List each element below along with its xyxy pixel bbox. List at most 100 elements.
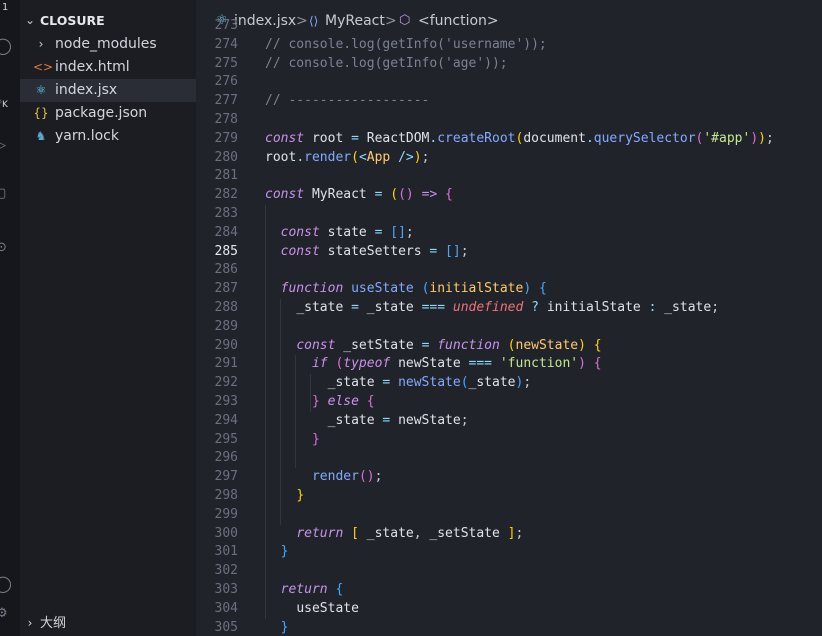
run-debug-icon[interactable]: ▷: [0, 138, 16, 158]
line-number: 302: [214, 563, 238, 579]
account-icon[interactable]: ◯: [0, 36, 14, 56]
code-line[interactable]: 288 _state = _state === undefined ? init…: [196, 299, 822, 318]
line-number: 273: [214, 18, 238, 33]
line-text: const root = ReactDOM.createRoot(documen…: [265, 130, 774, 146]
line-text: }: [311, 431, 320, 447]
extensions-icon[interactable]: ▢: [0, 186, 14, 206]
code-line[interactable]: 287 function useState (initialState) {: [196, 280, 822, 299]
line-number: 286: [214, 262, 238, 278]
file-item[interactable]: ♞ yarn.lock: [20, 125, 196, 148]
line-text: return [ _state, _setState ];: [296, 525, 524, 541]
code-line[interactable]: 291 if (typeof newState === 'function') …: [196, 355, 822, 374]
code-line[interactable]: 273: [196, 17, 822, 36]
chevron-right-icon: ›: [27, 616, 33, 630]
file-name: index.jsx: [55, 82, 118, 98]
line-number: 276: [214, 74, 238, 90]
file-name: yarn.lock: [55, 128, 119, 144]
file-name: package.json: [55, 105, 148, 121]
code-line[interactable]: 293 } else {: [196, 393, 822, 412]
line-number: 275: [214, 55, 238, 71]
folder-header[interactable]: ⌄ CLOSURE: [20, 9, 196, 32]
line-number: 282: [214, 187, 238, 203]
indent-guide: [295, 355, 296, 469]
code-line[interactable]: 303 return {: [196, 581, 822, 600]
line-text: }: [280, 619, 289, 635]
code-line[interactable]: 284 const state = [];: [196, 224, 822, 243]
line-text: }: [296, 488, 305, 503]
badge-count: 1: [2, 2, 9, 13]
remote-icon[interactable]: ◯: [0, 574, 14, 594]
line-number: 280: [214, 149, 238, 165]
code-line[interactable]: 295 }: [196, 431, 822, 450]
line-number: 295: [214, 431, 238, 447]
code-line[interactable]: 278: [196, 111, 822, 130]
line-number: 290: [214, 337, 238, 353]
outline-label: 大纲: [40, 616, 67, 631]
code-line[interactable]: 282 const MyReact = (() => {: [196, 186, 822, 205]
line-number: 298: [214, 488, 238, 503]
code-line[interactable]: 275 // console.log(getInfo('age'));: [196, 55, 822, 74]
html-file-icon: <>: [33, 60, 54, 74]
code-line[interactable]: 289: [196, 318, 822, 337]
code-line[interactable]: 296: [196, 449, 822, 468]
code-line[interactable]: 305 }: [196, 619, 822, 636]
json-file-icon: {}: [33, 106, 49, 120]
file-item[interactable]: ⚛ index.jsx: [20, 79, 196, 102]
code-line[interactable]: 300 return [ _state, _setState ];: [196, 525, 822, 544]
line-number: 304: [214, 600, 238, 616]
activity-bar: 1 ◯ ⌕ K ▷ ▢ ⊙ ◯ ⚙: [0, 0, 20, 636]
line-text: useState: [296, 600, 359, 616]
line-number: 291: [214, 356, 238, 372]
explorer-sidebar: ⌄ CLOSURE › node_modules <> index.html ⚛ inde…: [20, 0, 196, 636]
code-line[interactable]: 297 render();: [196, 468, 822, 487]
code-line[interactable]: 286: [196, 261, 822, 280]
line-text: return {: [280, 582, 344, 597]
editor[interactable]: ⚛ index.jsx > ⟨⟩ MyReact > ⬡ <function> …: [196, 0, 822, 636]
file-name: index.html: [55, 59, 130, 75]
indent-guide: [280, 299, 281, 525]
code-line[interactable]: 302: [196, 562, 822, 581]
code-line[interactable]: 299: [196, 506, 822, 525]
line-text: // console.log(getInfo('username'));: [265, 36, 547, 52]
line-text: const stateSetters = [];: [280, 243, 469, 259]
line-text: // console.log(getInfo('age'));: [265, 55, 508, 71]
line-number: 279: [214, 130, 238, 146]
line-number: 294: [214, 412, 238, 428]
line-number: 288: [214, 300, 238, 315]
code-line[interactable]: 281: [196, 167, 822, 186]
file-item[interactable]: <> index.html: [20, 56, 196, 79]
code-line[interactable]: 279 const root = ReactDOM.createRoot(docu…: [196, 130, 822, 149]
code-line[interactable]: 290 const _setState = function (newState…: [196, 337, 822, 356]
line-number: 278: [214, 112, 238, 127]
line-number: 292: [214, 375, 238, 391]
code-line[interactable]: 276: [196, 73, 822, 92]
line-text: const MyReact = (() => {: [265, 187, 453, 203]
code-line[interactable]: 283: [196, 205, 822, 224]
code-line[interactable]: 280 root.render(<App />);: [196, 149, 822, 168]
line-text: // ------------------: [265, 93, 430, 109]
line-number: 293: [214, 394, 238, 409]
code-line[interactable]: 304 useState: [196, 600, 822, 619]
line-text: const _setState = function (newState) {: [296, 337, 602, 353]
code-line[interactable]: 294 _state = newState;: [196, 412, 822, 431]
code-line[interactable]: 274 // console.log(getInfo('username'));: [196, 36, 822, 55]
line-number: 287: [214, 281, 238, 297]
code-line[interactable]: 301 }: [196, 543, 822, 562]
line-number: 296: [214, 450, 238, 466]
code-line[interactable]: 292 _state = newState(_state);: [196, 374, 822, 393]
line-number: 300: [214, 525, 238, 541]
code-line[interactable]: 277 // ------------------: [196, 92, 822, 111]
file-item[interactable]: › node_modules: [20, 33, 196, 56]
line-number: 274: [214, 36, 238, 52]
code-line[interactable]: 298 }: [196, 487, 822, 506]
line-text: _state = _state === undefined ? initialS…: [296, 300, 720, 315]
react-file-icon: ⚛: [35, 83, 47, 97]
line-number: 281: [214, 168, 238, 184]
code-line[interactable]: 285 const stateSetters = [];: [196, 243, 822, 262]
outline-section-header[interactable]: › 大纲: [20, 612, 196, 635]
folder-name: CLOSURE: [40, 13, 105, 28]
file-item[interactable]: {} package.json: [20, 102, 196, 125]
line-number: 299: [214, 506, 238, 522]
settings-icon[interactable]: ⚙: [0, 606, 16, 626]
source-control-icon[interactable]: ⊙: [0, 240, 16, 260]
